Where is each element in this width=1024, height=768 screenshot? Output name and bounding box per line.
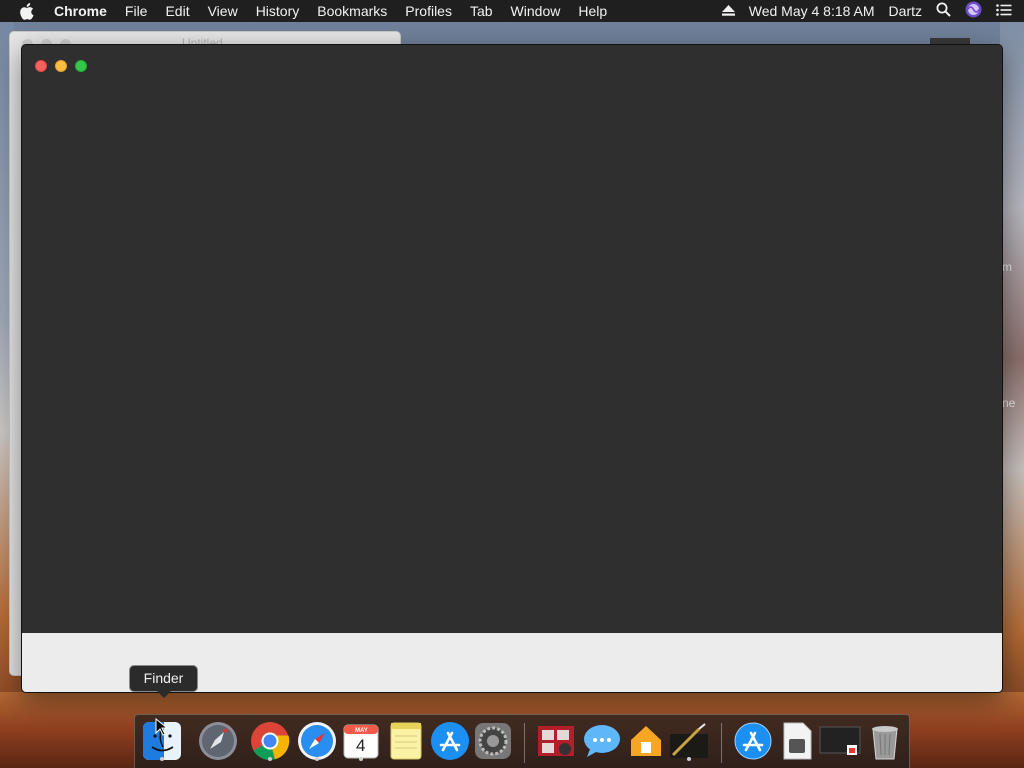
chrome-icon xyxy=(251,722,290,760)
menu-edit[interactable]: Edit xyxy=(156,0,198,22)
menu-window[interactable]: Window xyxy=(502,0,570,22)
running-indicator xyxy=(160,757,164,761)
maximize-window-button[interactable] xyxy=(75,60,87,72)
dock-item-document[interactable] xyxy=(776,720,818,762)
menu-bookmarks[interactable]: Bookmarks xyxy=(308,0,396,22)
magic-wand-icon xyxy=(670,723,708,758)
dock-item-photo-booth[interactable] xyxy=(535,720,577,762)
menu-help[interactable]: Help xyxy=(569,0,616,22)
trash-icon xyxy=(872,726,898,760)
app-store-icon xyxy=(734,722,772,760)
dock-item-screenshot[interactable] xyxy=(819,720,861,762)
mouse-cursor-icon xyxy=(155,717,169,741)
dock-item-system-preferences[interactable] xyxy=(472,720,514,762)
spotlight-search-icon[interactable] xyxy=(936,2,951,20)
menu-app-name[interactable]: Chrome xyxy=(54,0,116,22)
menu-tab[interactable]: Tab xyxy=(461,0,502,22)
dock-item-chrome[interactable] xyxy=(249,720,291,762)
app-store-icon xyxy=(431,722,469,760)
dock-item-launchpad[interactable] xyxy=(197,720,239,762)
dock-item-messages[interactable] xyxy=(581,720,623,762)
launchpad-icon xyxy=(199,722,237,760)
dock-item-app-store-download[interactable] xyxy=(732,720,774,762)
desktop-wallpaper-right: m ne xyxy=(1000,22,1024,768)
siri-icon[interactable] xyxy=(965,1,982,21)
home-icon xyxy=(631,726,661,756)
dock-separator xyxy=(524,723,525,763)
safari-icon xyxy=(298,722,336,760)
menubar-clock[interactable]: Wed May 4 8:18 AM xyxy=(749,3,875,19)
calendar-day: 4 xyxy=(356,736,366,755)
menu-view[interactable]: View xyxy=(199,0,247,22)
dock-item-trash[interactable] xyxy=(864,720,906,762)
screenshot-icon xyxy=(819,726,861,755)
dock-item-safari[interactable] xyxy=(296,720,338,762)
minimize-window-button[interactable] xyxy=(55,60,67,72)
running-indicator xyxy=(268,757,272,761)
running-indicator xyxy=(687,757,691,761)
calendar-month: MAY xyxy=(355,728,368,734)
menu-file[interactable]: File xyxy=(116,0,157,22)
dock-item-calendar[interactable]: MAY 4 xyxy=(340,720,382,762)
dock-item-home[interactable] xyxy=(625,720,667,762)
menubar-user[interactable]: Dartz xyxy=(889,3,922,19)
window-controls xyxy=(35,60,87,72)
close-window-button[interactable] xyxy=(35,60,47,72)
notes-icon xyxy=(390,722,422,760)
wallpaper-text-fragment: m xyxy=(1002,260,1012,274)
dock-separator xyxy=(721,723,722,763)
notification-center-icon[interactable] xyxy=(996,3,1012,19)
dock-item-notes[interactable] xyxy=(385,720,427,762)
dock-item-utility[interactable] xyxy=(668,720,710,762)
menu-bar: Chrome File Edit View History Bookmarks … xyxy=(0,0,1024,22)
wallpaper-text-fragment: ne xyxy=(1002,396,1016,410)
running-indicator xyxy=(315,757,319,761)
system-preferences-icon xyxy=(475,723,511,759)
document-icon xyxy=(783,722,812,760)
apple-menu-icon[interactable] xyxy=(19,2,37,20)
dock: MAY 4 xyxy=(134,714,910,768)
chrome-window[interactable] xyxy=(21,44,1003,693)
photo-booth-icon xyxy=(538,726,574,756)
menu-profiles[interactable]: Profiles xyxy=(396,0,461,22)
running-indicator xyxy=(359,757,363,761)
messages-icon xyxy=(584,725,620,757)
dock-tooltip: Finder xyxy=(129,665,198,698)
window-content-dark[interactable] xyxy=(22,45,1002,633)
dock-item-app-store[interactable] xyxy=(429,720,471,762)
menu-history[interactable]: History xyxy=(247,0,309,22)
eject-icon[interactable] xyxy=(721,3,735,19)
